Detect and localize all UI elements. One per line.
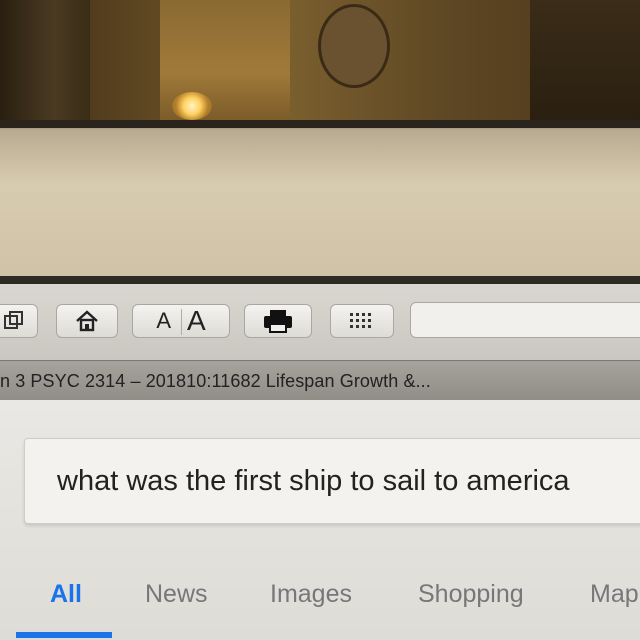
active-tab-indicator	[16, 632, 112, 638]
background-wall-clock	[318, 4, 390, 88]
search-query: what was the first ship to sail to ameri…	[57, 464, 570, 497]
print-button[interactable]	[244, 304, 312, 338]
tab-images[interactable]: Images	[270, 580, 352, 609]
background-room	[0, 0, 640, 122]
home-icon	[74, 309, 100, 333]
tabs-icon	[3, 310, 25, 332]
font-divider	[181, 309, 182, 335]
apps-button[interactable]	[330, 304, 394, 338]
font-size-control: A A	[132, 304, 230, 338]
background-shelf	[530, 0, 640, 122]
screen-edge	[0, 276, 640, 284]
background-lamp	[172, 92, 212, 120]
tab-bar: n 3 PSYC 2314 – 201810:11682 Lifespan Gr…	[0, 360, 640, 401]
background-curtain	[0, 0, 90, 122]
search-nav-tabs: All News Images Shopping Map	[0, 576, 640, 640]
tabs-button[interactable]	[0, 304, 38, 338]
home-button[interactable]	[56, 304, 118, 338]
tab-title[interactable]: n 3 PSYC 2314 – 201810:11682 Lifespan Gr…	[0, 371, 431, 392]
tab-news[interactable]: News	[145, 580, 208, 609]
search-results-page: what was the first ship to sail to ameri…	[0, 400, 640, 640]
tab-shopping[interactable]: Shopping	[418, 580, 524, 609]
apps-grid-icon	[348, 311, 376, 331]
tab-maps[interactable]: Map	[590, 580, 639, 609]
browser-toolbar: A A	[0, 284, 640, 360]
address-bar[interactable]	[410, 302, 640, 338]
tab-all[interactable]: All	[50, 580, 82, 609]
search-input[interactable]: what was the first ship to sail to ameri…	[24, 438, 640, 524]
increase-font-button[interactable]: A	[187, 305, 206, 337]
monitor-top-edge	[0, 120, 640, 128]
decrease-font-button[interactable]: A	[156, 308, 171, 334]
print-icon	[261, 308, 295, 334]
monitor-bezel	[0, 120, 640, 280]
